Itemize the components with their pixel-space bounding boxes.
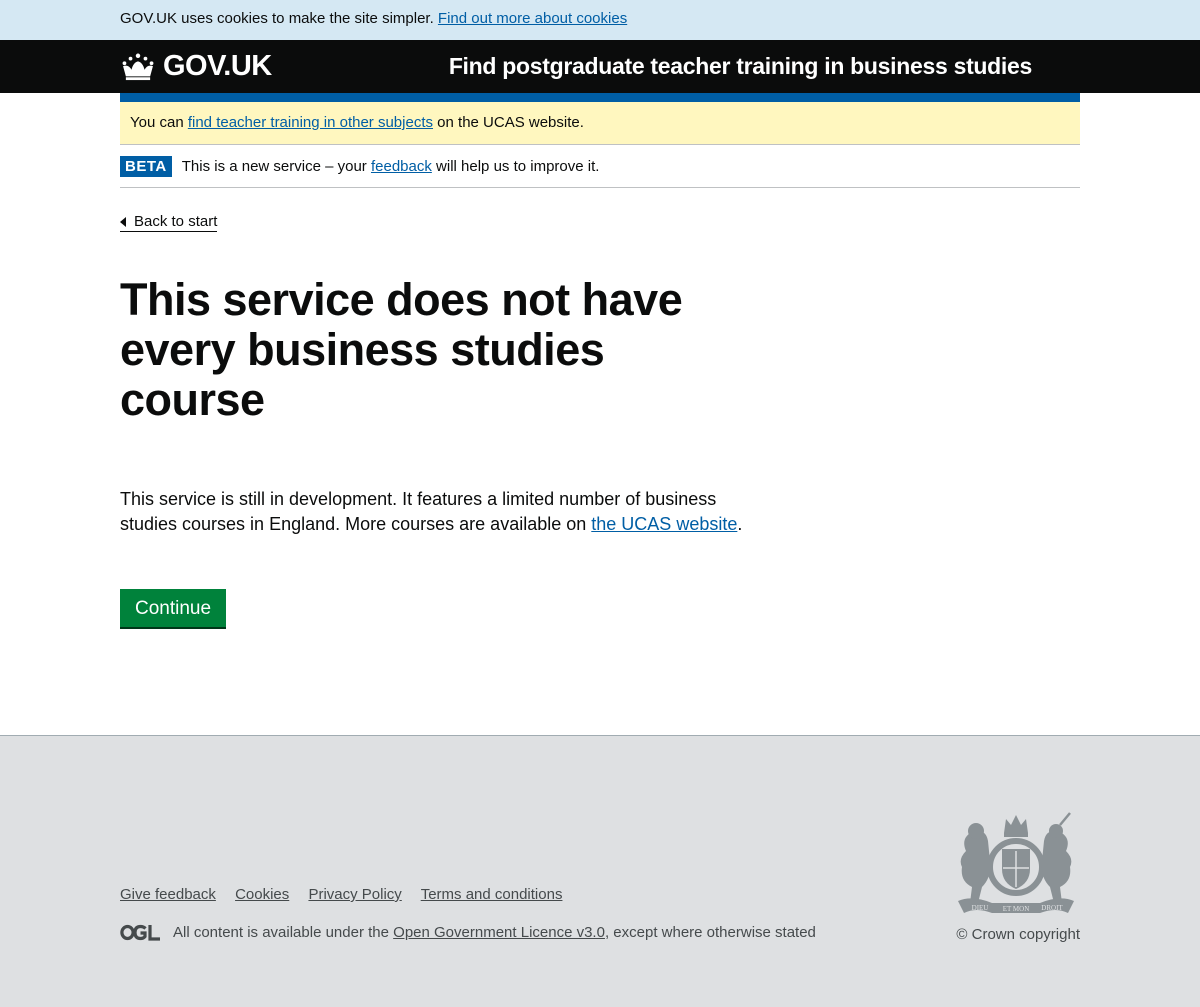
continue-button[interactable]: Continue [120,589,227,627]
triangle-left-icon [120,216,126,227]
crest-motto-right: DROIT [1041,904,1063,912]
notice-prefix: You can [130,114,184,131]
licence-prefix: All content is available under the [173,924,389,941]
notice-suffix: on the UCAS website. [437,114,584,131]
crest-motto-left: DIEU [972,904,989,912]
header-blue-bar [120,93,1080,102]
phase-banner-prefix: This is a new service – your [181,157,367,175]
crown-copyright-link[interactable]: © Crown copyright [956,926,1080,943]
phase-banner-suffix: will help us to improve it. [436,157,600,175]
licence-info: All content is available under the Open … [120,924,816,941]
back-link-label: Back to start [134,213,218,230]
other-subjects-link[interactable]: find teacher training in other subjects [188,114,433,131]
copyright: © Crown copyright [956,926,1080,943]
site-header: GOV.UK Find postgraduate teacher trainin… [0,40,1200,93]
ogl-logo-icon [120,924,160,941]
crest-motto-middle: ET MON [1003,905,1030,913]
beta-tag: BETA [120,155,172,177]
site-footer: Give feedback Cookies Privacy Policy Ter… [0,735,1200,1007]
back-to-start-link[interactable]: Back to start [120,213,218,232]
page-title: This service does not have every busines… [120,274,683,425]
footer-link-cookies[interactable]: Cookies [235,886,289,903]
cookie-info-link[interactable]: Find out more about cookies [438,10,627,27]
ogl-licence-link[interactable]: Open Government Licence v3.0 [393,924,605,941]
footer-link-privacy-policy[interactable]: Privacy Policy [308,886,401,903]
logo-text: GOV.UK [163,50,272,82]
crown-icon [122,53,154,80]
footer-link-terms[interactable]: Terms and conditions [421,886,563,903]
cookie-banner-text: GOV.UK uses cookies to make the site sim… [120,10,434,27]
body-paragraph: This service is still in development. It… [120,487,760,537]
feedback-link[interactable]: feedback [371,158,432,175]
ucas-notice: You can find teacher training in other s… [120,102,1080,145]
phase-banner: BETA This is a new service – your feedba… [120,145,1080,188]
body-suffix: . [737,514,743,534]
ucas-website-link[interactable]: the UCAS website [591,514,737,534]
govuk-logo-link[interactable]: GOV.UK [120,50,272,83]
footer-links: Give feedback Cookies Privacy Policy Ter… [120,886,577,903]
footer-link-give-feedback[interactable]: Give feedback [120,886,216,903]
royal-coat-of-arms-icon: DIEU ET MON DROIT [958,812,1074,913]
service-name-link[interactable]: Find postgraduate teacher training in bu… [449,53,1032,80]
cookie-banner: GOV.UK uses cookies to make the site sim… [0,0,1200,40]
licence-suffix: , except where otherwise stated [604,924,816,941]
